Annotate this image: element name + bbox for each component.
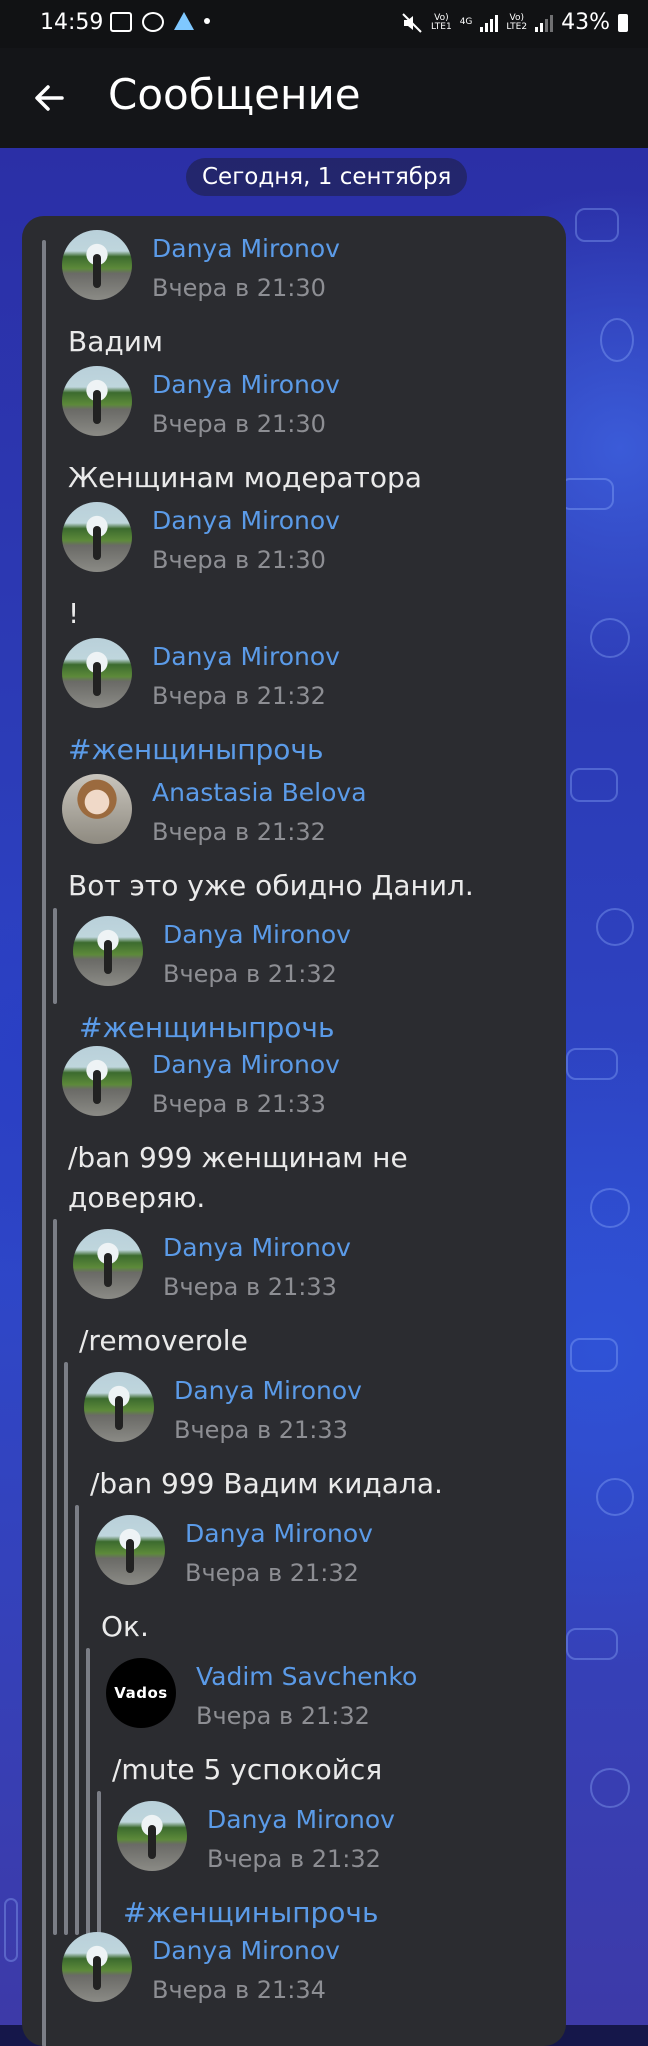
message-time: Вчера в 21:34: [152, 1976, 326, 2004]
avatar[interactable]: [62, 230, 132, 300]
forwarded-messages-card: Danya Mironov Вчера в 21:30 Вадим Danya …: [22, 216, 566, 2046]
network-type-label: 4G: [459, 17, 473, 27]
quote-bar-level-6: [97, 1791, 101, 1935]
author-name[interactable]: Danya Mironov: [152, 1936, 340, 1965]
quote-bar-level-3: [64, 1362, 68, 1935]
status-bar: 14:59 Vo) LTE1 4G Vo) LTE2 43%: [0, 0, 648, 48]
author-name[interactable]: Danya Mironov: [152, 370, 340, 399]
avatar[interactable]: [73, 1229, 143, 1299]
hashtag-link[interactable]: #женщиныпрочь: [68, 730, 323, 770]
quote-bar-level-2: [53, 1219, 57, 1935]
avatar[interactable]: [95, 1515, 165, 1585]
chat-bubble-icon: [142, 12, 164, 32]
author-name[interactable]: Danya Mironov: [163, 920, 351, 949]
message-time: Вчера в 21:32: [163, 960, 337, 988]
message-text-line1: /ban 999 женщинам не: [68, 1141, 408, 1174]
message-time: Вчера в 21:30: [152, 546, 326, 574]
message-time: Вчера в 21:33: [152, 1090, 326, 1118]
app-triangle-icon: [174, 12, 194, 30]
avatar[interactable]: [62, 774, 132, 844]
author-name[interactable]: Danya Mironov: [207, 1805, 395, 1834]
message-time: Вчера в 21:30: [152, 410, 326, 438]
avatar[interactable]: [62, 366, 132, 436]
quote-bar-level-4: [75, 1505, 79, 1935]
avatar[interactable]: [84, 1372, 154, 1442]
date-divider: Сегодня, 1 сентября: [186, 158, 468, 196]
quote-bar-nested: [53, 908, 57, 1004]
message-text: !: [68, 597, 80, 630]
author-name[interactable]: Danya Mironov: [163, 1233, 351, 1262]
message-text: Вот это уже обидно Данил.: [68, 869, 474, 902]
hashtag-link[interactable]: #женщиныпрочь: [79, 1008, 334, 1048]
author-name[interactable]: Danya Mironov: [152, 642, 340, 671]
message-time: Вчера в 21:32: [185, 1559, 359, 1587]
status-right: Vo) LTE1 4G Vo) LTE2 43%: [401, 10, 628, 35]
back-arrow-icon[interactable]: [28, 76, 72, 120]
author-name[interactable]: Danya Mironov: [152, 234, 340, 263]
avatar[interactable]: [62, 502, 132, 572]
avatar[interactable]: [62, 1046, 132, 1116]
author-name[interactable]: Anastasia Belova: [152, 778, 367, 807]
signal2-icon: [535, 14, 554, 32]
avatar[interactable]: [62, 638, 132, 708]
author-name[interactable]: Vadim Savchenko: [196, 1662, 417, 1691]
gallery-icon: [110, 12, 132, 32]
message-time: Вчера в 21:33: [174, 1416, 348, 1444]
message-text-line2: доверяю.: [68, 1181, 206, 1214]
message-time: Вчера в 21:32: [152, 682, 326, 710]
more-notifications-dot-icon: [204, 18, 210, 24]
author-name[interactable]: Danya Mironov: [152, 1050, 340, 1079]
message-text: /mute 5 успокойся: [112, 1753, 383, 1786]
message-time: Вчера в 21:30: [152, 274, 326, 302]
battery-icon: [618, 13, 628, 32]
message-time: Вчера в 21:32: [152, 818, 326, 846]
message-text: /ban 999 Вадим кидала.: [90, 1467, 443, 1500]
author-name[interactable]: Danya Mironov: [185, 1519, 373, 1548]
avatar[interactable]: [73, 916, 143, 986]
message-text: Женщинам модератора: [68, 461, 422, 494]
app-bar: Сообщение: [0, 48, 648, 148]
page-title: Сообщение: [108, 70, 361, 119]
battery-percent: 43%: [561, 10, 610, 35]
sim2-lte-label: Vo) LTE2: [506, 12, 528, 32]
author-name[interactable]: Danya Mironov: [152, 506, 340, 535]
status-time: 14:59: [40, 10, 104, 35]
hashtag-link[interactable]: #женщиныпрочь: [123, 1893, 378, 1933]
avatar[interactable]: [117, 1801, 187, 1871]
sim1-lte-label: Vo) LTE1: [431, 12, 452, 32]
signal1-icon: [480, 14, 499, 32]
message-text: Ок.: [101, 1610, 149, 1643]
avatar[interactable]: Vados: [106, 1658, 176, 1728]
message-text: Вадим: [68, 325, 164, 358]
notification-icons: [110, 12, 210, 32]
message-time: Вчера в 21:32: [207, 1845, 381, 1873]
message-time: Вчера в 21:32: [196, 1702, 370, 1730]
message-text: /removerole: [79, 1324, 248, 1357]
message-time: Вчера в 21:33: [163, 1273, 337, 1301]
mute-icon: [402, 12, 422, 33]
quote-bar-level-5: [86, 1648, 90, 1935]
author-name[interactable]: Danya Mironov: [174, 1376, 362, 1405]
avatar[interactable]: [62, 1932, 132, 2002]
quote-bar-level-1: [42, 240, 46, 2046]
